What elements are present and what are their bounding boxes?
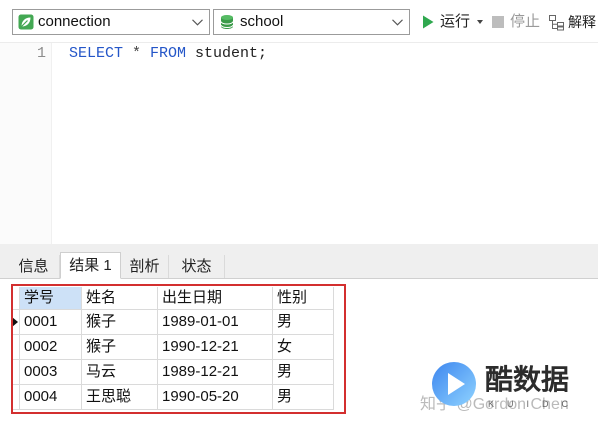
- code-area[interactable]: SELECT * FROM student;: [52, 43, 598, 244]
- connection-select[interactable]: connection: [12, 9, 210, 35]
- cell-gender[interactable]: 男: [273, 360, 334, 385]
- row-selector[interactable]: [12, 360, 20, 385]
- cell-gender[interactable]: 男: [273, 310, 334, 335]
- result-grid-panel: 学号 姓名 出生日期 性别 0001 猴子 1989-01-01 男 0002 …: [0, 279, 598, 433]
- cell-birth-date[interactable]: 1990-12-21: [158, 335, 273, 360]
- tab-status[interactable]: 状态: [169, 255, 225, 278]
- chevron-down-icon[interactable]: [192, 19, 203, 26]
- current-row-marker-icon: [12, 317, 18, 327]
- tab-result-1[interactable]: 结果 1: [60, 252, 121, 279]
- cell-gender[interactable]: 女: [273, 335, 334, 360]
- database-select-value: school: [240, 13, 284, 30]
- result-grid: 学号 姓名 出生日期 性别 0001 猴子 1989-01-01 男 0002 …: [12, 287, 334, 410]
- column-header-gender[interactable]: 性别: [273, 287, 334, 310]
- run-dropdown-arrow-icon[interactable]: [477, 20, 483, 24]
- cell-student-id[interactable]: 0003: [20, 360, 82, 385]
- row-selector[interactable]: [12, 310, 20, 335]
- sql-keyword-from: FROM: [150, 45, 187, 62]
- toolbar: connection school 运行 停止 解释: [0, 0, 598, 42]
- explain-icon: [549, 15, 564, 31]
- column-header-student-id[interactable]: 学号: [20, 287, 82, 310]
- tab-status-label: 状态: [181, 258, 212, 275]
- stop-button[interactable]: 停止: [490, 9, 542, 35]
- row-selector[interactable]: [12, 335, 20, 360]
- chevron-down-icon[interactable]: [392, 19, 403, 26]
- result-tab-bar: 信息 结果 1 剖析 状态: [0, 252, 598, 279]
- sql-editor[interactable]: 1 SELECT * FROM student;: [0, 42, 598, 244]
- tab-info-label: 信息: [18, 258, 49, 275]
- editor-results-splitter[interactable]: [0, 244, 598, 252]
- run-label: 运行: [440, 13, 471, 30]
- table-row[interactable]: 0003 马云 1989-12-21 男: [12, 360, 334, 385]
- connection-icon: [18, 14, 34, 30]
- cell-student-id[interactable]: 0004: [20, 385, 82, 410]
- table-row[interactable]: 0002 猴子 1990-12-21 女: [12, 335, 334, 360]
- sql-operator: *: [123, 45, 151, 62]
- explain-label: 解释: [568, 14, 596, 30]
- line-number-gutter: 1: [0, 43, 52, 244]
- tab-profile-label: 剖析: [129, 258, 160, 275]
- cell-name[interactable]: 猴子: [82, 310, 158, 335]
- run-button[interactable]: 运行: [420, 9, 486, 35]
- explain-button[interactable]: 解释: [546, 9, 598, 35]
- database-select[interactable]: school: [213, 9, 410, 35]
- cell-birth-date[interactable]: 1989-01-01: [158, 310, 273, 335]
- cell-student-id[interactable]: 0002: [20, 335, 82, 360]
- sql-keyword-select: SELECT: [69, 45, 124, 62]
- column-header-birth-date[interactable]: 出生日期: [158, 287, 273, 310]
- header-corner: [12, 287, 20, 310]
- stop-label: 停止: [510, 13, 541, 30]
- tab-info[interactable]: 信息: [8, 255, 60, 278]
- cell-birth-date[interactable]: 1990-05-20: [158, 385, 273, 410]
- table-header-row: 学号 姓名 出生日期 性别: [12, 287, 334, 310]
- table-row[interactable]: 0001 猴子 1989-01-01 男: [12, 310, 334, 335]
- cell-name[interactable]: 猴子: [82, 335, 158, 360]
- column-header-name[interactable]: 姓名: [82, 287, 158, 310]
- run-icon: [423, 15, 434, 29]
- tab-result-1-label: 结果 1: [69, 257, 112, 274]
- cell-name[interactable]: 马云: [82, 360, 158, 385]
- database-icon: [220, 15, 234, 29]
- connection-select-value: connection: [38, 13, 111, 30]
- sql-identifier: student;: [186, 45, 268, 62]
- cell-gender[interactable]: 男: [273, 385, 334, 410]
- stop-icon: [492, 16, 504, 28]
- cell-name[interactable]: 王思聪: [82, 385, 158, 410]
- row-selector[interactable]: [12, 385, 20, 410]
- tab-profile[interactable]: 剖析: [121, 255, 169, 278]
- cell-student-id[interactable]: 0001: [20, 310, 82, 335]
- line-number: 1: [36, 45, 46, 62]
- cell-birth-date[interactable]: 1989-12-21: [158, 360, 273, 385]
- table-row[interactable]: 0004 王思聪 1990-05-20 男: [12, 385, 334, 410]
- code-line: SELECT * FROM student;: [69, 44, 267, 64]
